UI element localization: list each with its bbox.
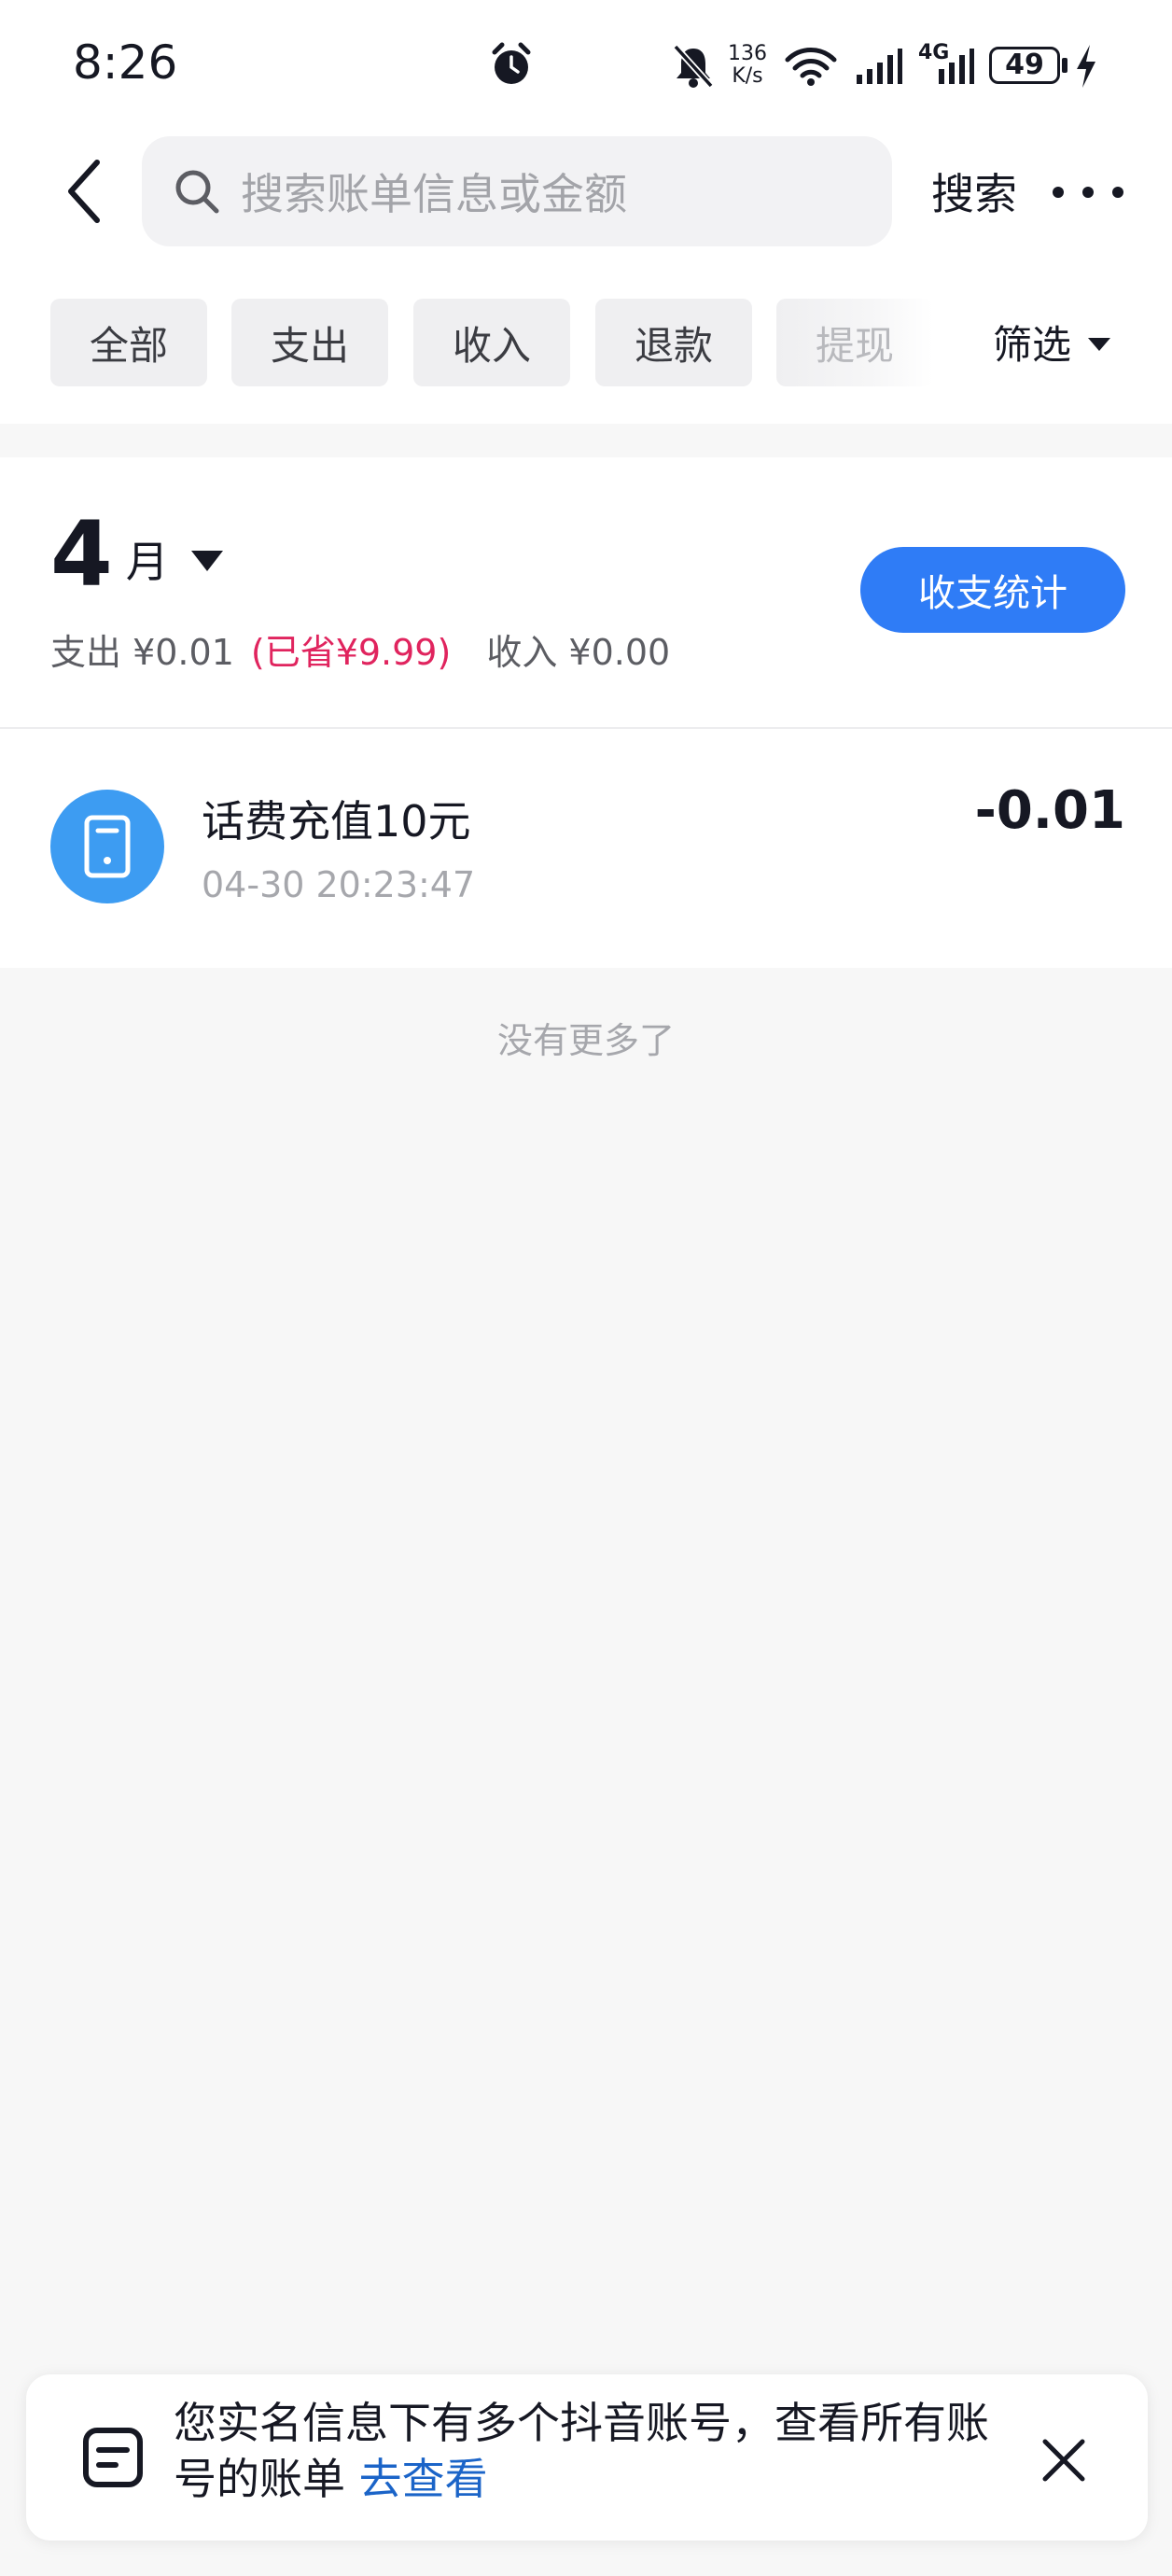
bill-icon: [83, 2428, 143, 2487]
list-end-text: 没有更多了: [496, 1020, 675, 1061]
search-input[interactable]: 搜索账单信息或金额: [142, 136, 892, 246]
tab-withdraw[interactable]: 提现: [776, 299, 933, 386]
tab-income[interactable]: 收入: [413, 299, 570, 386]
chevron-left-icon: [68, 160, 100, 223]
transaction-time: 04-30 20:23:47: [202, 864, 476, 905]
month-number: 4: [50, 502, 113, 607]
month-unit: 月: [125, 537, 169, 587]
signal-icon: [857, 49, 902, 84]
caret-down-icon: [190, 551, 223, 571]
more-options-button[interactable]: [1053, 183, 1123, 202]
close-icon[interactable]: [1034, 2430, 1094, 2490]
back-button[interactable]: [47, 149, 121, 233]
charging-icon: [1077, 45, 1095, 88]
more-dot: [1112, 187, 1123, 198]
battery-tip: [1062, 58, 1067, 73]
banner-text: 您实名信息下有多个抖音账号，查看所有账号的账单: [174, 2398, 989, 2504]
status-time: 8:26: [73, 35, 178, 90]
battery-indicator: 49: [989, 47, 1060, 84]
income-total: 收入 ¥0.00: [486, 632, 671, 673]
transaction-icon-badge: [50, 790, 164, 903]
transaction-row[interactable]: [0, 729, 1172, 968]
search-button[interactable]: 搜索: [931, 161, 1017, 222]
month-selector[interactable]: 4 月: [50, 510, 223, 599]
more-dot: [1053, 187, 1064, 198]
signal-4g-icon: [939, 49, 974, 84]
filter-button[interactable]: 筛选: [993, 314, 1111, 371]
expense-total: 支出 ¥0.01: [50, 632, 234, 673]
tab-expense[interactable]: 支出: [231, 299, 388, 386]
search-icon: [175, 170, 219, 214]
transaction-amount: -0.01: [974, 780, 1125, 841]
phone-icon: [84, 815, 131, 878]
network-speed-value: 136: [728, 42, 767, 65]
more-dot: [1082, 187, 1094, 198]
search-placeholder: 搜索账单信息或金额: [241, 169, 627, 219]
network-speed: 136 K/s: [728, 43, 767, 88]
filter-label: 筛选: [993, 322, 1072, 368]
saved-amount: (已省¥9.99): [250, 632, 452, 673]
banner-message: 您实名信息下有多个抖音账号，查看所有账号的账单 去查看: [174, 2395, 995, 2507]
tab-all[interactable]: 全部: [50, 299, 207, 386]
tab-refund[interactable]: 退款: [595, 299, 752, 386]
stats-button[interactable]: 收支统计: [860, 547, 1125, 633]
banner-view-link[interactable]: 去查看: [359, 2454, 488, 2504]
network-speed-unit: K/s: [732, 64, 763, 88]
transaction-title: 话费充值10元: [202, 796, 471, 847]
wifi-icon: [785, 48, 837, 86]
alarm-icon: [492, 42, 531, 84]
caret-down-icon: [1088, 337, 1111, 351]
bell-mute-icon: [673, 44, 714, 89]
month-summary: 支出 ¥0.01 (已省¥9.99) 收入 ¥0.00: [50, 623, 670, 675]
